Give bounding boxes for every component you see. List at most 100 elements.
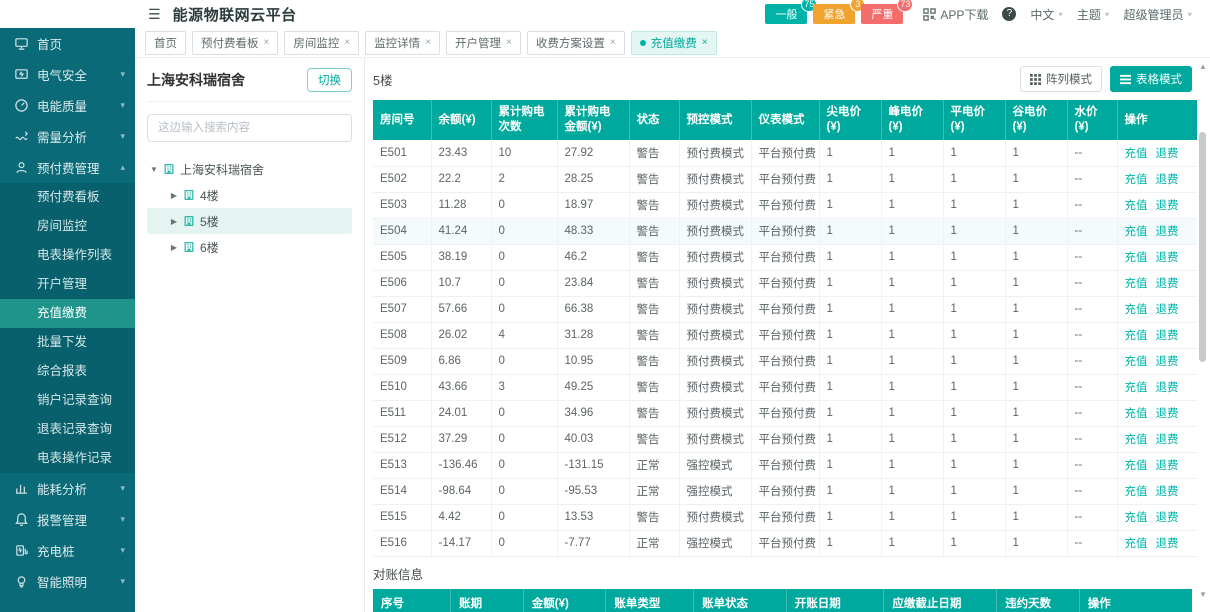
recharge-link[interactable]: 充值 bbox=[1125, 330, 1148, 342]
recharge-link[interactable]: 充值 bbox=[1125, 200, 1148, 212]
help-icon[interactable]: ? bbox=[1002, 7, 1016, 21]
recharge-link[interactable]: 充值 bbox=[1125, 304, 1148, 316]
sidebar-subitem-综合报表[interactable]: 综合报表 bbox=[0, 357, 135, 386]
sidebar-item-报警管理[interactable]: 报警管理▾ bbox=[0, 504, 135, 535]
refund-link[interactable]: 退费 bbox=[1156, 148, 1179, 160]
recharge-link[interactable]: 充值 bbox=[1125, 512, 1148, 524]
sidebar-item-充电桩[interactable]: 充电桩▾ bbox=[0, 535, 135, 566]
caret-right-icon[interactable]: ▶ bbox=[167, 191, 181, 200]
refund-link[interactable]: 退费 bbox=[1156, 174, 1179, 186]
refund-link[interactable]: 退费 bbox=[1156, 460, 1179, 472]
recharge-link[interactable]: 充值 bbox=[1125, 408, 1148, 420]
tree-node-root[interactable]: ▼上海安科瑞宿舍 bbox=[147, 156, 352, 182]
refund-link[interactable]: 退费 bbox=[1156, 278, 1179, 290]
column-header-房间号: 房间号 bbox=[373, 100, 431, 140]
control-mode-cell: 强控模式 bbox=[679, 530, 751, 556]
tab-预付费看板[interactable]: 预付费看板× bbox=[192, 31, 278, 55]
sidebar-item-能耗分析[interactable]: 能耗分析▾ bbox=[0, 473, 135, 504]
tree-node-4楼[interactable]: ▶4楼 bbox=[147, 182, 352, 208]
sidebar-subitem-批量下发[interactable]: 批量下发 bbox=[0, 328, 135, 357]
purchase-amount-cell: 10.95 bbox=[557, 348, 629, 374]
peak-price-cell: 1 bbox=[881, 296, 943, 322]
tab-房间监控[interactable]: 房间监控× bbox=[284, 31, 359, 55]
recharge-link[interactable]: 充值 bbox=[1125, 226, 1148, 238]
recon-header-操作: 操作 bbox=[1079, 589, 1192, 612]
tab-close-icon[interactable]: × bbox=[610, 37, 616, 48]
tab-close-icon[interactable]: × bbox=[344, 37, 350, 48]
refund-link[interactable]: 退费 bbox=[1156, 538, 1179, 550]
switch-building-button[interactable]: 切换 bbox=[307, 68, 352, 92]
app-download-button[interactable]: APP下载 bbox=[923, 6, 988, 23]
refund-link[interactable]: 退费 bbox=[1156, 512, 1179, 524]
recharge-link[interactable]: 充值 bbox=[1125, 252, 1148, 264]
caret-right-icon[interactable]: ▶ bbox=[167, 243, 181, 252]
tree-node-6楼[interactable]: ▶6楼 bbox=[147, 234, 352, 260]
scroll-up-icon[interactable]: ▲ bbox=[1198, 62, 1208, 72]
sidebar-item-电能质量[interactable]: 电能质量▾ bbox=[0, 90, 135, 121]
sidebar-subitem-退表记录查询[interactable]: 退表记录查询 bbox=[0, 415, 135, 444]
refund-link[interactable]: 退费 bbox=[1156, 382, 1179, 394]
sidebar-item-智能照明[interactable]: 智能照明▾ bbox=[0, 566, 135, 597]
scroll-thumb[interactable] bbox=[1199, 132, 1206, 362]
tree-node-5楼[interactable]: ▶5楼 bbox=[147, 208, 352, 234]
recharge-link[interactable]: 充值 bbox=[1125, 538, 1148, 550]
refund-link[interactable]: 退费 bbox=[1156, 226, 1179, 238]
sidebar-subitem-销户记录查询[interactable]: 销户记录查询 bbox=[0, 386, 135, 415]
scrollbar[interactable]: ▲ ▼ bbox=[1198, 62, 1208, 608]
refund-link[interactable]: 退费 bbox=[1156, 356, 1179, 368]
alarm-badge-1[interactable]: 一般75 bbox=[765, 4, 807, 24]
tab-收费方案设置[interactable]: 收费方案设置× bbox=[527, 31, 625, 55]
sidebar-item-预付费管理[interactable]: 预付费管理▴ bbox=[0, 152, 135, 183]
menu-collapse-icon[interactable]: ☰ bbox=[148, 6, 161, 23]
recharge-link[interactable]: 充值 bbox=[1125, 278, 1148, 290]
recharge-link[interactable]: 充值 bbox=[1125, 356, 1148, 368]
status-cell: 警告 bbox=[629, 244, 679, 270]
sidebar-subitem-电表操作记录[interactable]: 电表操作记录 bbox=[0, 444, 135, 473]
scroll-down-icon[interactable]: ▼ bbox=[1198, 590, 1208, 600]
refund-link[interactable]: 退费 bbox=[1156, 408, 1179, 420]
tab-首页[interactable]: 首页 bbox=[145, 31, 186, 55]
tab-close-icon[interactable]: × bbox=[264, 37, 270, 48]
list-icon bbox=[1120, 74, 1131, 85]
tab-close-icon[interactable]: × bbox=[702, 37, 708, 48]
tab-close-icon[interactable]: × bbox=[425, 37, 431, 48]
recharge-link[interactable]: 充值 bbox=[1125, 382, 1148, 394]
language-select[interactable]: 中文▾ bbox=[1030, 6, 1063, 23]
user-menu[interactable]: 超级管理员▾ bbox=[1123, 6, 1192, 23]
caret-right-icon[interactable]: ▶ bbox=[167, 217, 181, 226]
grid-mode-button[interactable]: 阵列模式 bbox=[1020, 66, 1102, 92]
sidebar-subitem-电表操作列表[interactable]: 电表操作列表 bbox=[0, 241, 135, 270]
sidebar-item-电气安全[interactable]: 电气安全▾ bbox=[0, 59, 135, 90]
sidebar-item-首页[interactable]: 首页 bbox=[0, 28, 135, 59]
sidebar-subitem-充值缴费[interactable]: 充值缴费 bbox=[0, 299, 135, 328]
recharge-link[interactable]: 充值 bbox=[1125, 174, 1148, 186]
tab-监控详情[interactable]: 监控详情× bbox=[365, 31, 440, 55]
refund-link[interactable]: 退费 bbox=[1156, 252, 1179, 264]
tree-search-input[interactable] bbox=[147, 114, 352, 142]
sidebar-subitem-房间监控[interactable]: 房间监控 bbox=[0, 212, 135, 241]
charging-pile-icon bbox=[14, 543, 29, 558]
recharge-link[interactable]: 充值 bbox=[1125, 460, 1148, 472]
tab-close-icon[interactable]: × bbox=[506, 37, 512, 48]
refund-link[interactable]: 退费 bbox=[1156, 434, 1179, 446]
sidebar-subitem-开户管理[interactable]: 开户管理 bbox=[0, 270, 135, 299]
recharge-link[interactable]: 充值 bbox=[1125, 486, 1148, 498]
tab-充值缴费[interactable]: 充值缴费× bbox=[631, 31, 717, 55]
room-number-cell: E515 bbox=[373, 504, 431, 530]
recharge-link[interactable]: 充值 bbox=[1125, 148, 1148, 160]
sidebar-subitem-预付费看板[interactable]: 预付费看板 bbox=[0, 183, 135, 212]
tab-开户管理[interactable]: 开户管理× bbox=[446, 31, 521, 55]
refund-link[interactable]: 退费 bbox=[1156, 330, 1179, 342]
alarm-badge-2[interactable]: 紧急3 bbox=[813, 4, 855, 24]
alarm-badge-3[interactable]: 严重73 bbox=[861, 4, 903, 24]
recharge-link[interactable]: 充值 bbox=[1125, 434, 1148, 446]
table-row: E5096.86010.95警告预付费模式平台预付费1111--充值退费 bbox=[373, 348, 1197, 374]
refund-link[interactable]: 退费 bbox=[1156, 304, 1179, 316]
table-mode-button[interactable]: 表格模式 bbox=[1110, 66, 1192, 92]
theme-select[interactable]: 主题▾ bbox=[1077, 6, 1110, 23]
refund-link[interactable]: 退费 bbox=[1156, 486, 1179, 498]
refund-link[interactable]: 退费 bbox=[1156, 200, 1179, 212]
caret-down-icon[interactable]: ▼ bbox=[147, 165, 161, 174]
control-mode-cell: 预付费模式 bbox=[679, 400, 751, 426]
sidebar-item-需量分析[interactable]: 需量分析▾ bbox=[0, 121, 135, 152]
